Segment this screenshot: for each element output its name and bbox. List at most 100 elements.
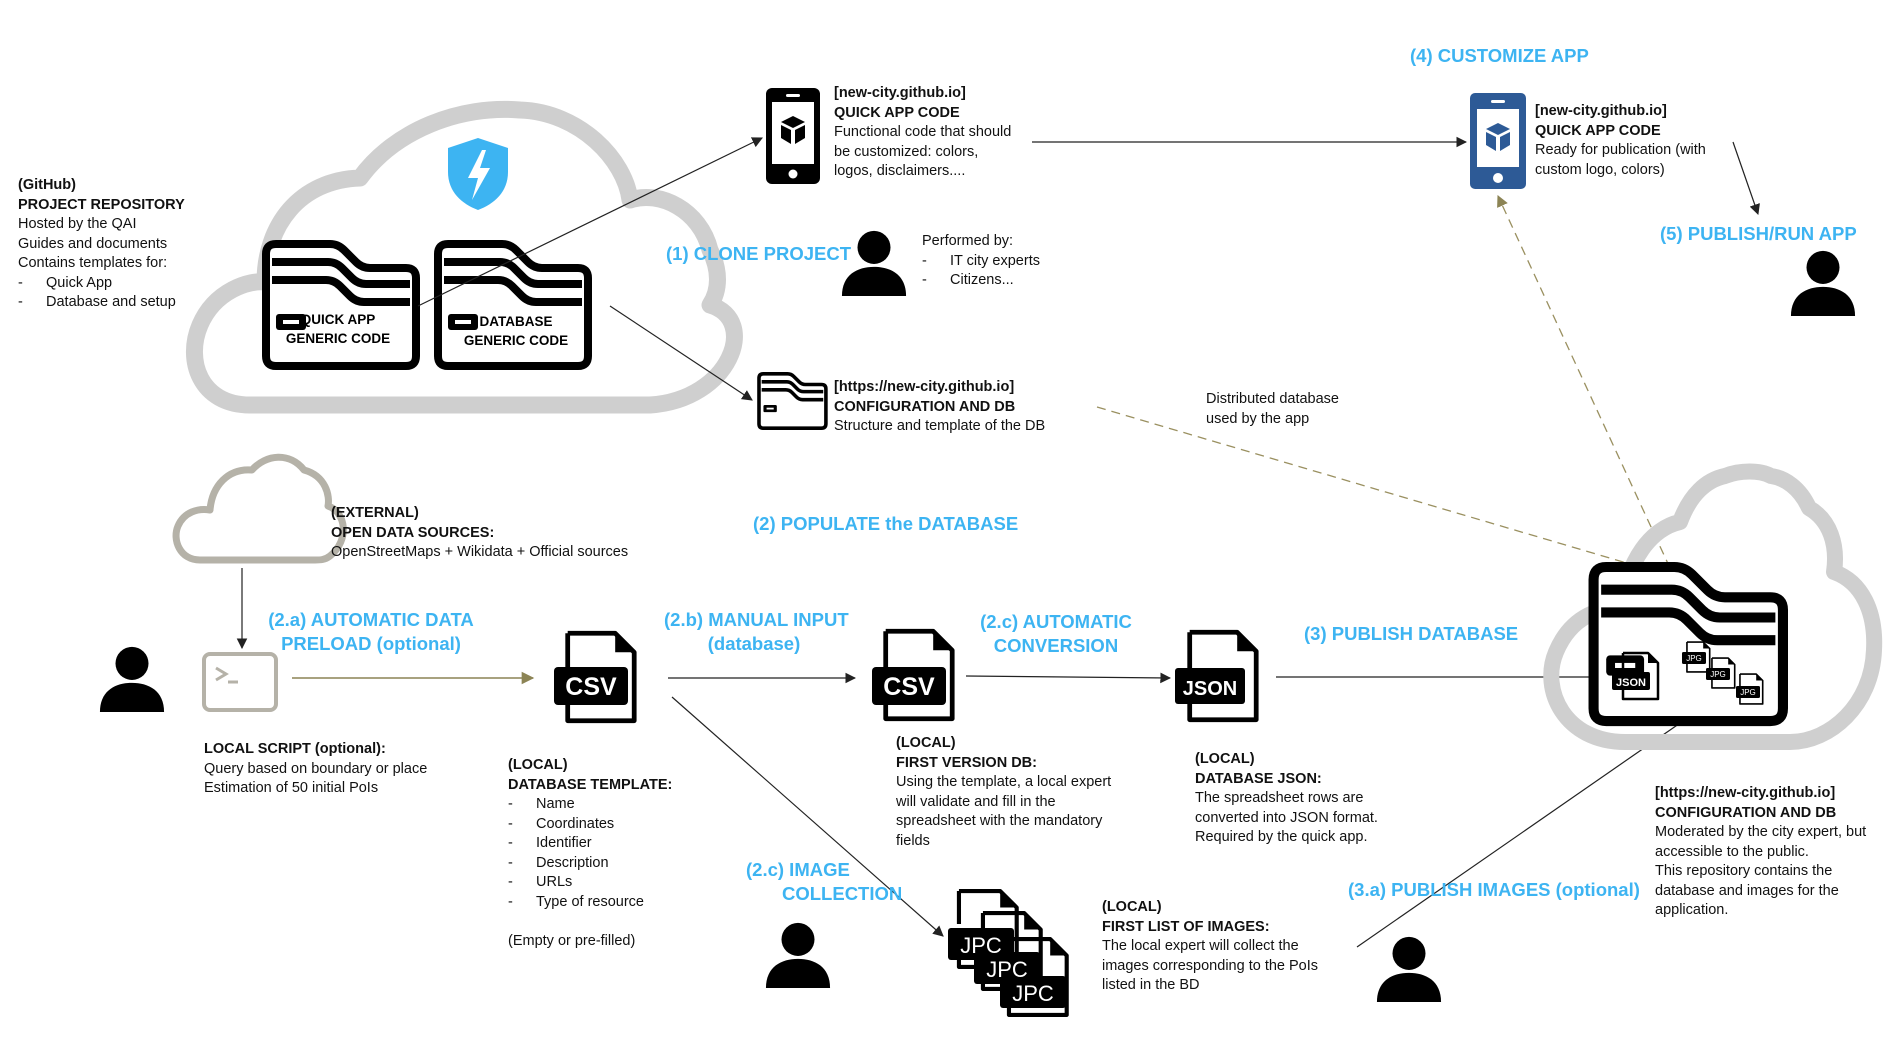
database-folder-label-2: GENERIC CODE bbox=[464, 333, 568, 348]
external-cloud-icon bbox=[172, 453, 347, 564]
images-list-scope: (LOCAL) bbox=[1102, 899, 1162, 915]
step-publish-database: (3) PUBLISH DATABASE bbox=[1304, 623, 1519, 644]
person-icon-image-collection bbox=[765, 922, 831, 988]
step-publish-run-app: (5) PUBLISH/RUN APP bbox=[1660, 223, 1857, 244]
images-list-desc: images corresponding to the PoIs bbox=[1102, 957, 1319, 974]
open-data-title: OPEN DATA SOURCES: bbox=[331, 524, 495, 541]
published-config-db-info: [https://new-city.github.io] CONFIGURATI… bbox=[1655, 784, 1866, 921]
csv-template-label: CSV bbox=[565, 673, 617, 701]
step-clone-project: (1) CLONE PROJECT bbox=[666, 243, 852, 264]
github-repo-title: PROJECT REPOSITORY bbox=[18, 196, 185, 213]
json-doc-label: JSON bbox=[1183, 678, 1237, 700]
custom-app-code-title: QUICK APP CODE bbox=[1535, 122, 1661, 139]
github-repo-description: (GitHub) PROJECT REPOSITORY Hosted by th… bbox=[18, 176, 185, 313]
performed-by-item: - IT city experts bbox=[922, 252, 1040, 269]
github-repo-item: - Database and setup bbox=[18, 294, 176, 310]
conversion-arrow bbox=[965, 672, 1172, 684]
first-version-desc: Using the template, a local expert bbox=[896, 774, 1112, 790]
external-label: (EXTERNAL) bbox=[331, 505, 419, 521]
quick-app-folder-label-2: GENERIC CODE bbox=[286, 331, 390, 346]
github-repo-guides: Guides and documents bbox=[18, 235, 168, 252]
db-template-field: - Description bbox=[508, 854, 609, 871]
first-version-desc: spreadsheet with the mandatory bbox=[896, 813, 1103, 829]
db-template-field: - Name bbox=[508, 796, 575, 812]
db-to-app-arrow bbox=[1497, 194, 1671, 569]
db-template-field: - Identifier bbox=[508, 835, 592, 851]
jpc-label-1: JPC bbox=[960, 933, 1002, 958]
step-publish-images: (3.a) PUBLISH IMAGES (optional) bbox=[1348, 879, 1640, 900]
local-script-line: Estimation of 50 initial PoIs bbox=[204, 780, 379, 796]
published-config-db-desc: Moderated by the city expert, but bbox=[1655, 824, 1867, 840]
config-db-folder-icon bbox=[757, 372, 828, 430]
custom-app-code-info: [new-city.github.io] QUICK APP CODE Read… bbox=[1535, 102, 1706, 180]
db-template-field: - Coordinates bbox=[508, 815, 615, 832]
phone-app-icon bbox=[766, 88, 820, 184]
step-automatic-conversion: (2.c) AUTOMATIC CONVERSION bbox=[980, 611, 1132, 656]
person-icon-publish-images bbox=[1376, 936, 1442, 1002]
db-json-info: (LOCAL) DATABASE JSON: The spreadsheet r… bbox=[1195, 750, 1378, 848]
first-version-title: FIRST VERSION DB: bbox=[896, 754, 1037, 771]
json-doc-icon bbox=[1175, 632, 1256, 719]
custom-app-code-desc: Ready for publication (with bbox=[1535, 142, 1706, 158]
phone-custom-app-icon bbox=[1470, 93, 1526, 189]
jpc-label-3: JPC bbox=[1012, 981, 1054, 1006]
first-version-db-info: (LOCAL) FIRST VERSION DB: Using the temp… bbox=[896, 734, 1111, 851]
published-config-db-desc: application. bbox=[1655, 902, 1729, 918]
distributed-db-line: used by the app bbox=[1206, 410, 1310, 427]
images-list-title: FIRST LIST OF IMAGES: bbox=[1102, 918, 1270, 935]
performed-by-item: - Citizens... bbox=[922, 272, 1014, 288]
quick-app-code-desc: logos, disclaimers.... bbox=[834, 163, 966, 179]
db-template-field: - Type of resource bbox=[508, 893, 644, 910]
quick-app-code-desc: Functional code that should bbox=[834, 124, 1012, 140]
database-folder-label-1: DATABASE bbox=[480, 314, 553, 329]
first-version-desc: will validate and fill in the bbox=[896, 793, 1056, 810]
custom-app-code-url: [new-city.github.io] bbox=[1535, 103, 1667, 119]
published-json-label: JSON bbox=[1616, 677, 1646, 689]
images-list-desc: listed in the BD bbox=[1102, 977, 1200, 993]
distributed-db-arrow bbox=[1096, 406, 1666, 577]
shield-lightning-icon bbox=[448, 138, 508, 210]
quick-app-code-title: QUICK APP CODE bbox=[834, 104, 960, 121]
config-db-info: [https://new-city.github.io] CONFIGURATI… bbox=[834, 378, 1045, 437]
person-icon-clone bbox=[841, 230, 907, 296]
step-customize-app: (4) CUSTOMIZE APP bbox=[1410, 45, 1589, 66]
first-version-desc: fields bbox=[896, 832, 930, 849]
quick-app-code-url: [new-city.github.io] bbox=[834, 85, 966, 101]
quick-app-folder-label-1: QUICK APP bbox=[301, 312, 376, 327]
distributed-db-note: Distributed database used by the app bbox=[1206, 390, 1339, 429]
step-image-collection: (2.c) IMAGE COLLECTION bbox=[746, 859, 903, 904]
published-config-db-desc: accessible to the public. bbox=[1655, 843, 1809, 860]
db-template-field: - URLs bbox=[508, 874, 573, 890]
quick-app-folder-icon bbox=[266, 244, 416, 366]
db-json-desc: converted into JSON format. bbox=[1195, 809, 1378, 826]
open-data-desc: OpenStreetMaps + Wikidata + Official sou… bbox=[331, 544, 629, 560]
published-config-db-desc: This repository contains the bbox=[1655, 863, 1833, 879]
images-list-info: (LOCAL) FIRST LIST OF IMAGES: The local … bbox=[1102, 898, 1318, 996]
step-populate-database: (2) POPULATE the DATABASE bbox=[753, 513, 1019, 534]
publish-run-arrow bbox=[1732, 141, 1760, 216]
published-config-db-desc: database and images for the bbox=[1655, 882, 1839, 899]
distributed-db-line: Distributed database bbox=[1206, 391, 1339, 407]
config-db-title: CONFIGURATION AND DB bbox=[834, 398, 1016, 415]
local-script-info: LOCAL SCRIPT (optional): Query based on … bbox=[204, 740, 427, 799]
images-list-desc: The local expert will collect the bbox=[1102, 938, 1299, 954]
github-repo-templates: Contains templates for: bbox=[18, 255, 168, 271]
github-repo-source: (GitHub) bbox=[18, 177, 76, 193]
db-template-note: (Empty or pre-filled) bbox=[508, 932, 636, 949]
db-template-title: DATABASE TEMPLATE: bbox=[508, 776, 673, 793]
first-version-scope: (LOCAL) bbox=[896, 735, 956, 751]
published-config-db-title: CONFIGURATION AND DB bbox=[1655, 804, 1837, 821]
config-db-desc: Structure and template of the DB bbox=[834, 418, 1046, 434]
github-repo-item: - Quick App bbox=[18, 274, 113, 291]
performed-by: Performed by: - IT city experts - Citizens… bbox=[922, 232, 1040, 291]
terminal-icon bbox=[202, 652, 278, 712]
performed-by-title: Performed by: bbox=[922, 233, 1014, 249]
published-jpg-label-3: JPG bbox=[1740, 688, 1756, 697]
custom-app-code-desc: custom logo, colors) bbox=[1535, 161, 1665, 178]
db-template-info: (LOCAL) DATABASE TEMPLATE: - Name - Coordi… bbox=[508, 756, 672, 951]
step-automatic-preload: (2.a) AUTOMATIC DATA PRELOAD (optional) bbox=[268, 609, 474, 654]
db-json-title: DATABASE JSON: bbox=[1195, 770, 1322, 787]
person-icon-publish-run bbox=[1790, 250, 1856, 316]
published-jpg-label-2: JPG bbox=[1710, 670, 1726, 679]
csv-first-version-label: CSV bbox=[883, 673, 935, 701]
